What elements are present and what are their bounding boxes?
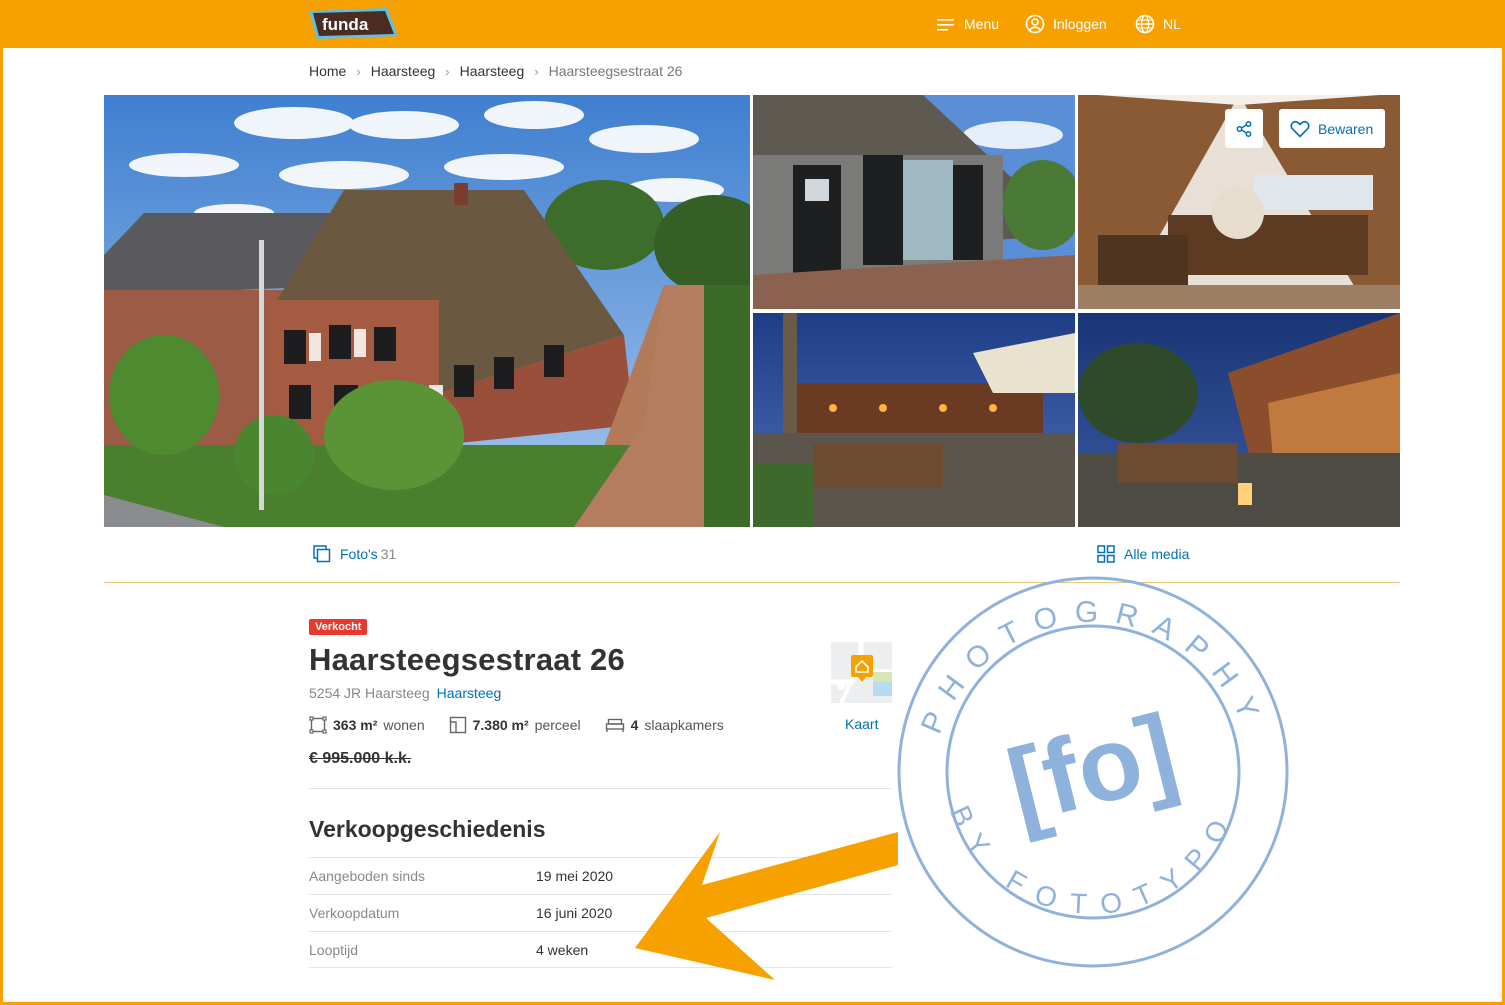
bedrooms-value: 4 [630, 717, 639, 733]
sales-history-title: Verkoopgeschiedenis [309, 816, 546, 842]
postcode-city: 5254 JR Haarsteeg [309, 685, 430, 701]
annotation-arrow [630, 820, 905, 1000]
stamp-logo: [fo] [997, 693, 1188, 846]
chevron-right-icon: › [534, 63, 539, 79]
area-icon [309, 716, 327, 734]
row-label: Looptijd [309, 941, 359, 958]
bed-icon [605, 718, 624, 732]
funda-logo-shape: funda [309, 8, 398, 39]
chevron-right-icon: › [445, 63, 450, 79]
bedrooms-label: slaapkamers [644, 717, 724, 733]
gallery-photo-1[interactable] [753, 95, 1075, 309]
status-badge: Verkocht [309, 619, 368, 635]
address: 5254 JR Haarsteeg Haarsteeg [309, 685, 501, 701]
row-value: 16 juni 2020 [536, 905, 613, 921]
feature-living-area: 363 m² wonen [309, 716, 425, 734]
content-divider [309, 788, 892, 789]
all-media-label: Alle media [1124, 546, 1190, 562]
menu-icon [937, 19, 954, 31]
user-icon [1025, 14, 1045, 34]
login-label: Inloggen [1053, 16, 1107, 32]
map-thumbnail[interactable] [831, 642, 892, 704]
watermark-stamp: PHOTOGRAPHY BY FOTOTYPO [fo] [893, 572, 1293, 972]
price: € 995.000 k.k. [309, 750, 412, 767]
map-link[interactable]: Kaart [845, 716, 878, 732]
feature-list: 363 m² wonen 7.380 m² perceel 4 slaapkam… [309, 716, 748, 734]
photos-label: Foto's [340, 546, 378, 562]
share-icon [1236, 120, 1252, 137]
save-button[interactable]: Bewaren [1279, 109, 1385, 148]
row-value: 19 mei 2020 [536, 868, 614, 884]
save-label: Bewaren [1318, 120, 1374, 137]
heart-icon [1290, 120, 1310, 138]
plot-area-value: 7.380 m² [472, 717, 529, 733]
living-area-label: wonen [383, 717, 425, 733]
breadcrumb-home[interactable]: Home [309, 63, 346, 79]
funda-logo[interactable]: funda [309, 8, 399, 40]
living-area-value: 363 m² [333, 717, 378, 733]
top-bar: funda Menu Inloggen NL [0, 0, 1505, 48]
all-media-link[interactable]: Alle media [1097, 545, 1189, 563]
breadcrumb-region[interactable]: Haarsteeg [371, 63, 436, 79]
gallery-photo-4[interactable] [1078, 313, 1400, 527]
breadcrumb: Home › Haarsteeg › Haarsteeg › Haarsteeg… [309, 63, 682, 79]
breadcrumb-current: Haarsteegsestraat 26 [548, 63, 683, 79]
page-title: Haarsteegsestraat 26 [309, 642, 625, 677]
globe-icon [1135, 14, 1155, 34]
city-link[interactable]: Haarsteeg [437, 685, 502, 701]
photos-count: 31 [380, 546, 397, 562]
logo-text: funda [322, 15, 369, 34]
language-label: NL [1163, 16, 1181, 32]
login-button[interactable]: Inloggen [1025, 0, 1107, 48]
feature-bedrooms: 4 slaapkamers [605, 717, 724, 733]
breadcrumb-city[interactable]: Haarsteeg [460, 63, 525, 79]
gallery-photo-3[interactable] [753, 313, 1075, 527]
plot-icon [449, 716, 466, 734]
row-label: Aangeboden sinds [309, 868, 425, 884]
plot-area-label: perceel [534, 717, 581, 733]
grid-icon [1097, 545, 1115, 563]
menu-button[interactable]: Menu [936, 0, 999, 48]
row-value: 4 weken [536, 941, 589, 958]
row-label: Verkoopdatum [309, 905, 400, 921]
main-photo[interactable] [104, 95, 750, 527]
menu-label: Menu [964, 16, 1000, 32]
chevron-right-icon: › [356, 63, 361, 79]
photos-link[interactable]: Foto's 31 [313, 545, 396, 563]
language-button[interactable]: NL [1135, 0, 1181, 48]
photos-icon [313, 545, 331, 563]
feature-plot-area: 7.380 m² perceel [449, 716, 581, 734]
share-button[interactable] [1225, 109, 1263, 148]
